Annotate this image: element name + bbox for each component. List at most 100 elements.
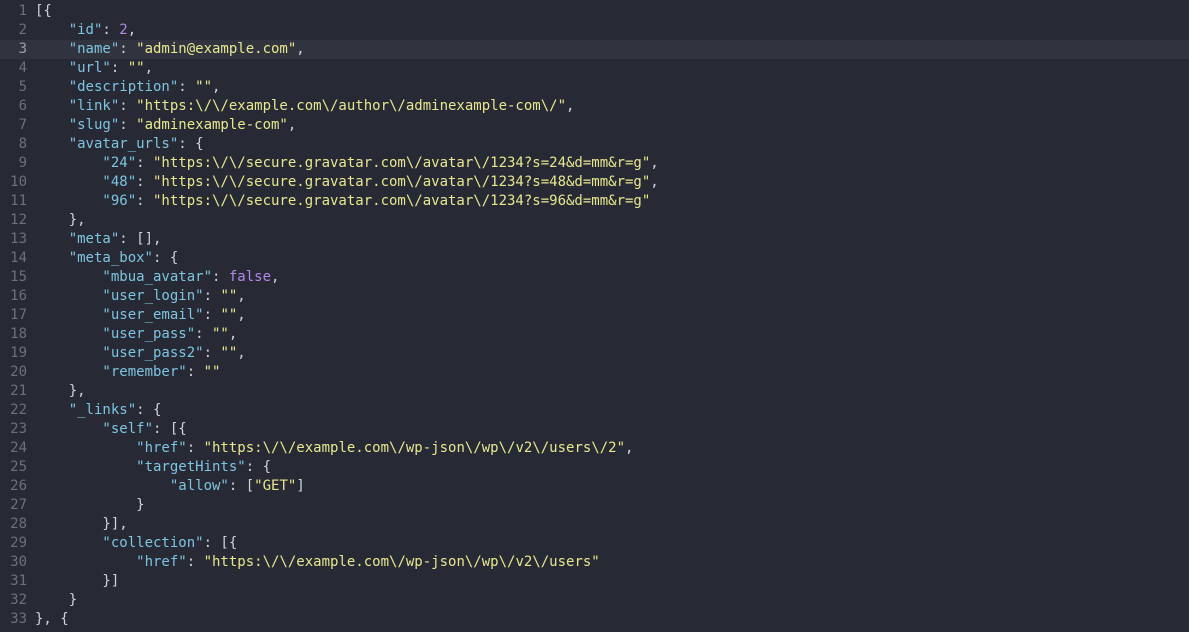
code-line[interactable]: 17 "user_email": "", [0, 306, 1189, 325]
code-line[interactable]: 16 "user_login": "", [0, 287, 1189, 306]
json-punctuation: , [237, 345, 246, 361]
json-punctuation: }, [68, 383, 86, 399]
code-text: "user_login": "", [35, 287, 246, 306]
line-number: 4 [18, 60, 27, 76]
json-string: "https:\/\/secure.gravatar.com\/avatar\/… [153, 155, 651, 171]
json-string: "https:\/\/secure.gravatar.com\/avatar\/… [153, 174, 651, 190]
code-text: "48": "https:\/\/secure.gravatar.com\/av… [35, 173, 658, 192]
code-line[interactable]: 21}, [0, 382, 1189, 401]
code-text: } [35, 591, 77, 610]
json-punctuation: , [625, 440, 634, 456]
code-line[interactable]: 27} [0, 496, 1189, 515]
code-text: "description": "", [35, 78, 221, 97]
code-line[interactable]: 15 "mbua_avatar": false, [0, 268, 1189, 287]
json-punctuation: : [119, 41, 137, 57]
code-line[interactable]: 23 "self": [{ [0, 420, 1189, 439]
code-line[interactable]: 6 "link": "https:\/\/example.com\/author\… [0, 97, 1189, 116]
line-number: 30 [10, 554, 27, 570]
code-text: "name": "admin@example.com", [35, 40, 305, 59]
json-string: "https:\/\/example.com\/wp-json\/wp\/v2\… [203, 554, 600, 570]
code-line[interactable]: 9 "24": "https:\/\/secure.gravatar.com\/a… [0, 154, 1189, 173]
json-punctuation: : [119, 117, 137, 133]
code-line[interactable]: 33}, { [0, 610, 1189, 629]
json-punctuation: , [296, 41, 305, 57]
code-line[interactable]: 11 "96": "https:\/\/secure.gravatar.com\/… [0, 192, 1189, 211]
code-text: "user_pass": "", [35, 325, 237, 344]
code-line[interactable]: 4 "url": "", [0, 59, 1189, 78]
line-number: 3 [18, 41, 27, 57]
line-number: 23 [10, 421, 27, 437]
json-punctuation: : [203, 345, 221, 361]
code-line[interactable]: 25 "targetHints": { [0, 458, 1189, 477]
json-key: "_links" [68, 402, 137, 418]
json-punctuation: , [127, 22, 137, 38]
code-text: }], [35, 515, 127, 534]
json-string: "" [195, 79, 212, 95]
json-punctuation: : [136, 174, 153, 190]
code-line[interactable]: 1 [{ [0, 2, 1189, 21]
code-line[interactable]: 31}] [0, 572, 1189, 591]
code-text: "24": "https:\/\/secure.gravatar.com\/av… [35, 154, 659, 173]
json-punctuation: : { [136, 402, 162, 418]
json-punctuation: : { [178, 136, 204, 152]
json-punctuation: , [228, 326, 238, 342]
json-key: "description" [68, 79, 179, 95]
json-punctuation: : [{ [203, 535, 238, 551]
json-key: "targetHints" [136, 459, 246, 475]
json-string: "GET" [254, 478, 297, 494]
json-punctuation: : [203, 288, 221, 304]
code-text: }, [35, 382, 86, 401]
code-line[interactable]: 2 "id": 2, [0, 21, 1189, 40]
code-text: "id": 2, [35, 21, 136, 40]
code-line[interactable]: 14 "meta_box": { [0, 249, 1189, 268]
line-number: 26 [10, 478, 27, 494]
code-line[interactable]: 19 "user_pass2": "", [0, 344, 1189, 363]
code-line[interactable]: 18 "user_pass": "", [0, 325, 1189, 344]
code-editor[interactable]: 1[{2 "id": 2, 3 "name": "admin@example.com"… [0, 0, 1189, 632]
code-text: "_links": { [35, 401, 162, 420]
line-number: 6 [18, 98, 27, 114]
code-line[interactable]: 22 "_links": { [0, 401, 1189, 420]
code-line[interactable]: 3 "name": "admin@example.com", [0, 40, 1189, 59]
json-punctuation: , [566, 98, 575, 114]
code-text: "allow": ["GET"] [35, 477, 305, 496]
code-line[interactable]: 12}, [0, 211, 1189, 230]
code-line[interactable]: 5 "description": "", [0, 78, 1189, 97]
code-line[interactable]: 24 "href": "https:\/\/example.com\/wp-jso… [0, 439, 1189, 458]
json-punctuation: : [102, 22, 120, 38]
json-literal: 2 [119, 22, 128, 38]
code-line[interactable]: 13 "meta": [], [0, 230, 1189, 249]
line-number: 32 [10, 592, 27, 608]
json-punctuation: : [ [228, 478, 255, 494]
code-text: }, { [35, 610, 69, 629]
line-number: 22 [10, 402, 27, 418]
code-line[interactable]: 32} [0, 591, 1189, 610]
json-punctuation: : { [245, 459, 272, 475]
code-line[interactable]: 26 "allow": ["GET"] [0, 477, 1189, 496]
json-key: "user_email" [102, 307, 204, 323]
json-key: "allow" [169, 478, 229, 494]
code-text: }] [35, 572, 119, 591]
code-line[interactable]: 7 "slug": "adminexample-com", [0, 116, 1189, 135]
code-line[interactable]: 30 "href": "https:\/\/example.com\/wp-jso… [0, 553, 1189, 572]
code-lines[interactable]: 1[{2 "id": 2, 3 "name": "admin@example.com"… [0, 2, 1189, 629]
code-line[interactable]: 28}], [0, 515, 1189, 534]
json-key: "url" [68, 60, 111, 76]
code-text: "user_email": "", [35, 306, 245, 325]
json-key: "slug" [68, 117, 120, 133]
json-punctuation: , [237, 288, 246, 304]
json-key: "avatar_urls" [68, 136, 179, 152]
code-line[interactable]: 29 "collection": [{ [0, 534, 1189, 553]
code-line[interactable]: 10 "48": "https:\/\/secure.gravatar.com\/… [0, 173, 1189, 192]
json-string: "https:\/\/example.com\/author\/adminexa… [136, 98, 567, 114]
json-punctuation: , [287, 117, 297, 133]
json-string: "" [127, 60, 145, 76]
line-number: 31 [10, 573, 27, 589]
line-number: 13 [10, 231, 27, 247]
code-line[interactable]: 20 "remember": "" [0, 363, 1189, 382]
code-line[interactable]: 8 "avatar_urls": { [0, 135, 1189, 154]
json-string: "" [203, 364, 221, 380]
json-string: "" [220, 288, 238, 304]
line-number: 7 [18, 117, 27, 133]
json-punctuation: , [650, 155, 659, 171]
